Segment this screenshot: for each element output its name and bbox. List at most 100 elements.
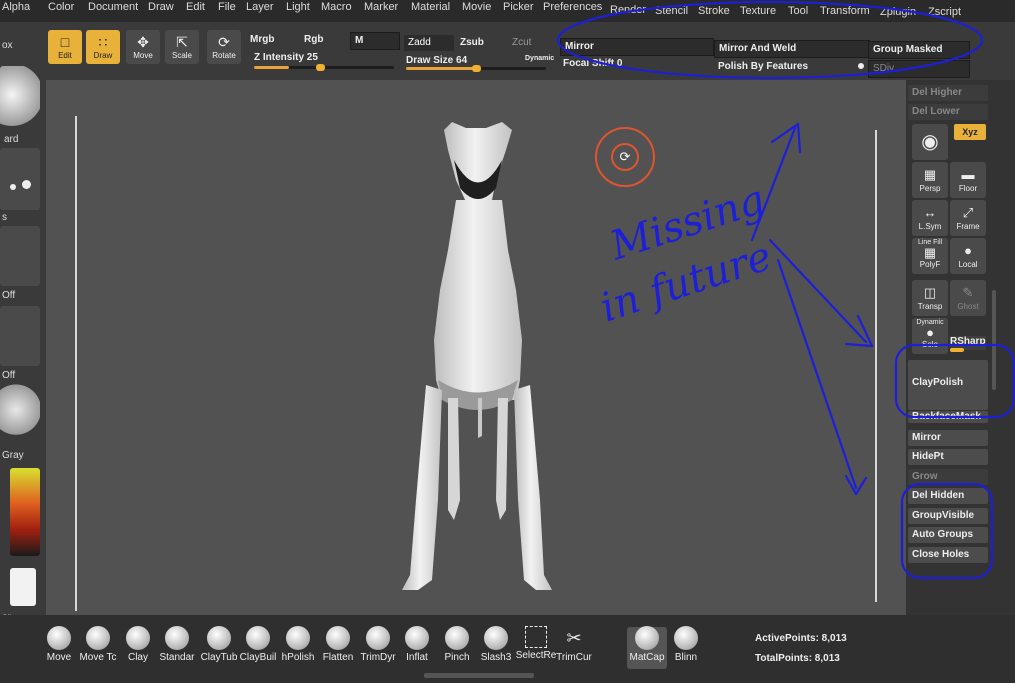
material-matcap[interactable]: MatCap (625, 626, 669, 663)
del-lower-button[interactable]: Del Lower (908, 104, 988, 120)
menu-picker[interactable]: Picker (503, 1, 534, 13)
menu-preferences[interactable]: Preferences (543, 1, 602, 13)
grow-button[interactable]: Grow (908, 469, 988, 485)
group-masked-button[interactable]: Group Masked (868, 41, 970, 59)
mirror-and-weld-button[interactable]: Mirror And Weld (714, 40, 870, 58)
draw-label: Draw (93, 51, 113, 60)
polyf-label: PolyF (919, 260, 941, 269)
menu-edit[interactable]: Edit (186, 1, 205, 13)
alpha-thumbnail[interactable] (0, 226, 40, 286)
floor-button[interactable]: ▬ Floor (950, 162, 986, 198)
zsub-button[interactable]: Zsub (456, 35, 506, 51)
right-scrollbar[interactable] (992, 290, 996, 390)
z-intensity-slider[interactable] (254, 64, 394, 71)
brush-slash3[interactable]: Slash3 (474, 626, 518, 663)
polyf-icon: ▦ (923, 245, 937, 260)
brush-move[interactable]: Move (37, 626, 81, 663)
brush-thumbnail[interactable] (0, 66, 40, 138)
menu-stroke[interactable]: Stroke (698, 5, 730, 17)
scale-button[interactable]: ⇱ Scale (165, 30, 199, 64)
draw-button[interactable]: ∷ Draw (86, 30, 120, 64)
stroke-thumbnail[interactable] (0, 148, 40, 210)
brush-claytubes[interactable]: ClayTub (197, 626, 241, 663)
brush-hpolish[interactable]: hPolish (276, 626, 320, 663)
group-visible-button[interactable]: GroupVisible (908, 508, 988, 524)
solo-button[interactable]: Dynamic ● Solo (912, 318, 948, 354)
brush-trimcurve[interactable]: ✂ TrimCur (552, 626, 596, 663)
z-intensity-fill (254, 66, 289, 69)
material-matcap-icon (635, 626, 659, 650)
menu-draw[interactable]: Draw (148, 1, 174, 13)
sdiv-slider[interactable]: SDiv (868, 60, 970, 78)
menu-render[interactable]: Render (610, 4, 646, 16)
polyf-button[interactable]: Line Fill ▦ PolyF (912, 238, 948, 274)
mrgb-button[interactable]: Mrgb (246, 32, 300, 48)
brush-standard-icon (165, 626, 189, 650)
menu-tool[interactable]: Tool (788, 5, 808, 17)
brush-move-topological-label: Move Tc (79, 652, 117, 663)
hidept-button[interactable]: HidePt (908, 449, 988, 465)
backfacemask-button[interactable]: BackfaceMask (908, 411, 988, 423)
solo-icon: ● (926, 325, 934, 340)
main-color-swatch[interactable] (10, 568, 36, 606)
menu-file[interactable]: File (218, 1, 236, 13)
menu-texture[interactable]: Texture (740, 5, 776, 17)
brush-claybuildup[interactable]: ClayBuil (236, 626, 280, 663)
bottom-scrollbar[interactable] (424, 673, 534, 678)
move-button[interactable]: ✥ Move (126, 30, 160, 64)
brush-pinch[interactable]: Pinch (435, 626, 479, 663)
zcut-button[interactable]: Zcut (508, 35, 552, 51)
zadd-button[interactable]: Zadd (404, 35, 454, 51)
m-button[interactable]: M (350, 32, 400, 50)
menu-document[interactable]: Document (88, 1, 138, 13)
brush-move-topological[interactable]: Move Tc (76, 626, 120, 663)
viewport-canvas[interactable]: ⟳ (46, 80, 906, 615)
brush-standard[interactable]: Standar (155, 626, 199, 663)
texture-thumbnail[interactable] (0, 306, 40, 366)
menu-movie[interactable]: Movie (462, 1, 491, 13)
lsym-button[interactable]: ↔ L.Sym (912, 200, 948, 236)
menu-macro[interactable]: Macro (321, 1, 352, 13)
edit-button[interactable]: □ Edit (48, 30, 82, 64)
rgb-button[interactable]: Rgb (300, 32, 348, 48)
del-hidden-button[interactable]: Del Hidden (908, 488, 988, 504)
menu-marker[interactable]: Marker (364, 1, 398, 13)
material-blinn[interactable]: Blinn (664, 626, 708, 663)
menu-color[interactable]: Color (48, 1, 74, 13)
transp-button[interactable]: ◫ Transp (912, 280, 948, 316)
close-holes-button[interactable]: Close Holes (908, 547, 988, 563)
brush-trimdynamic[interactable]: TrimDyr (356, 626, 400, 663)
xyz-button[interactable]: Xyz (954, 124, 986, 140)
left-label-off-2: Off (2, 370, 16, 381)
persp-button[interactable]: ▦ Persp (912, 162, 948, 198)
rotate-button[interactable]: ⟳ Rotate (207, 30, 241, 64)
menu-zscript[interactable]: Zscript (928, 6, 961, 18)
menu-alpha[interactable]: Alpha (2, 1, 30, 13)
z-intensity-knob[interactable] (316, 64, 325, 71)
menu-material[interactable]: Material (411, 1, 450, 13)
polish-by-features-button[interactable]: Polish By Features (714, 59, 868, 75)
menu-transform[interactable]: Transform (820, 5, 870, 17)
material-thumbnail[interactable] (0, 384, 40, 448)
brush-clay[interactable]: Clay (116, 626, 160, 663)
draw-size-knob[interactable] (472, 65, 481, 72)
brush-inflate[interactable]: Inflat (395, 626, 439, 663)
mirror-side-button[interactable]: Mirror (908, 430, 988, 446)
color-picker[interactable] (10, 468, 40, 556)
del-higher-button[interactable]: Del Higher (908, 85, 988, 101)
auto-groups-button[interactable]: Auto Groups (908, 527, 988, 543)
menu-light[interactable]: Light (286, 1, 310, 13)
draw-size-slider[interactable] (406, 65, 546, 72)
menu-layer[interactable]: Layer (246, 1, 274, 13)
mirror-button[interactable]: Mirror (560, 38, 714, 56)
local-button[interactable]: ● Local (950, 238, 986, 274)
menu-zplugin[interactable]: Zplugin (880, 6, 916, 18)
brush-flatten[interactable]: Flatten (316, 626, 360, 663)
sphere-button[interactable]: ◉ (912, 124, 948, 160)
dynamic-label[interactable]: Dynamic (525, 55, 554, 62)
frame-button[interactable]: ⤢ Frame (950, 200, 986, 236)
draw-icon: ∷ (98, 34, 108, 50)
ghost-button[interactable]: ✎ Ghost (950, 280, 986, 316)
claypolish-button[interactable]: ClayPolish (908, 360, 988, 410)
menu-stencil[interactable]: Stencil (655, 5, 688, 17)
